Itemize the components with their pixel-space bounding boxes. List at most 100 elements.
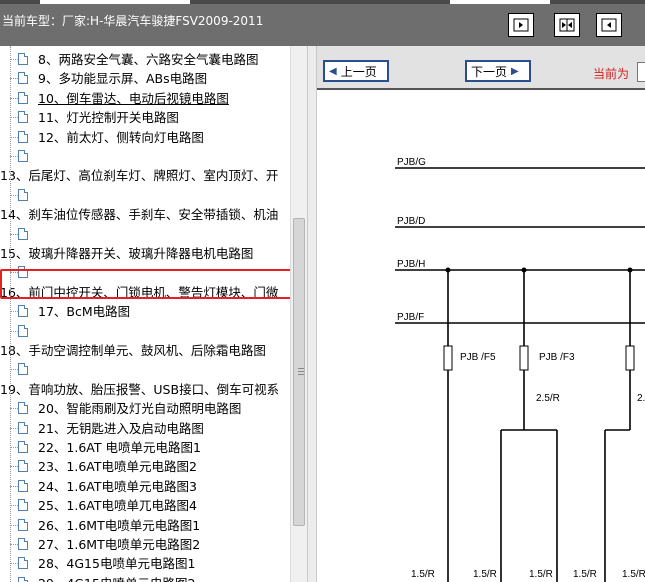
tree-item[interactable]: 24、1.6AT电喷单元电路图3 — [38, 477, 197, 496]
thumb-grip — [298, 374, 304, 375]
thumb-grip — [298, 368, 304, 369]
wire-label: 2. — [637, 393, 645, 404]
page-number-input[interactable] — [637, 62, 645, 82]
tree-item[interactable]: 14、刹车油位传感器、手刹车、安全带插锁、机油 — [0, 205, 278, 224]
tree-connector — [10, 330, 18, 332]
page-icon — [18, 363, 28, 376]
tree-connector — [10, 194, 18, 196]
page-icon — [18, 111, 28, 124]
page-icon — [18, 460, 28, 473]
page-icon — [18, 518, 28, 531]
pane-splitter[interactable] — [307, 46, 317, 582]
current-page-label: 当前为 — [593, 67, 630, 81]
bus-label: PJB/D — [397, 216, 425, 227]
tree-item[interactable]: 21、无钥匙进入及启动电路图 — [38, 419, 204, 438]
fuse-symbol — [625, 345, 635, 371]
tree-connector — [10, 544, 18, 545]
tree-item[interactable]: 15、玻璃升降器开关、玻璃升降器电机电路图 — [0, 244, 253, 263]
scrollbar-thumb[interactable] — [293, 218, 305, 526]
bus-label: PJB/H — [397, 259, 425, 270]
arrow-right-icon: ▶ — [511, 65, 519, 77]
bus-label: PJB/F — [397, 312, 424, 323]
tree-connector — [10, 136, 18, 138]
fuse-label: PJB /F5 — [460, 352, 496, 363]
show-tree-only-button[interactable] — [596, 13, 622, 37]
tree-connector — [10, 369, 18, 371]
vehicle-model-title: 当前车型：厂家:H-华晨汽车骏捷FSV2009-2011 — [2, 14, 264, 28]
thumb-grip — [298, 371, 304, 372]
tree-item[interactable]: 11、灯光控制开关电路图 — [38, 108, 179, 127]
tree-item[interactable]: 25、1.6AT电喷单兀电路图4 — [38, 496, 197, 515]
page-icon — [18, 441, 28, 453]
page-icon — [18, 479, 28, 492]
next-page-button[interactable]: 下一页 ▶ — [465, 60, 531, 82]
tree-connector — [10, 59, 18, 60]
show-document-only-button[interactable] — [508, 13, 534, 37]
diagram-tree: 8、两路安全气囊、六路安全气囊电路图 9、多功能显示屏、ABs电路图 10、倒车雷达… — [0, 46, 290, 582]
panel-left-icon — [601, 18, 617, 32]
arrow-left-icon: ◀ — [329, 65, 337, 77]
page-icon — [18, 53, 28, 65]
page-icon — [18, 557, 28, 570]
tree-item[interactable]: 10、倒车雷达、电动后视镜电路图 — [38, 89, 229, 108]
tree-item[interactable]: 26、1.6MT电喷单元电路图1 — [38, 516, 200, 535]
tree-connector — [10, 156, 18, 157]
wire-label: 1.5/R — [473, 569, 497, 580]
tree-item[interactable]: 9、多功能显示屏、ABs电路图 — [38, 69, 207, 88]
junction-dot — [627, 267, 633, 273]
junction-dot — [445, 267, 451, 273]
wire-label: 1.5/R — [573, 569, 597, 580]
tree-connector — [10, 524, 18, 526]
next-page-label: 下一页 — [471, 64, 508, 79]
document-toolbar: ◀ 上一页 下一页 ▶ 当前为 — [317, 46, 645, 90]
tree-scrollbar[interactable] — [290, 46, 307, 582]
page-icon — [18, 305, 28, 318]
tree-item[interactable]: 17、BcM电路图 — [38, 302, 130, 321]
tree-connector — [10, 427, 18, 429]
page-icon — [18, 576, 28, 582]
tree-connector — [10, 466, 18, 468]
tree-item[interactable]: 8、两路安全气囊、六路安全气囊电路图 — [38, 50, 258, 69]
panel-right-icon — [513, 18, 529, 32]
wire-label: 2.5/R — [536, 393, 560, 404]
wire-label: 1.5/R — [529, 569, 553, 580]
page-icon — [18, 188, 28, 201]
tree-item[interactable]: 29、4G15电喷单元电路图2 — [38, 574, 195, 582]
tree-connector — [10, 485, 18, 487]
highlight-box — [0, 269, 323, 299]
tree-item[interactable]: 22、1.6AT 电喷单元电路图1 — [38, 438, 201, 457]
fuse-symbol — [519, 345, 529, 371]
tree-connector — [10, 117, 18, 119]
page-icon — [18, 91, 28, 104]
tree-connector — [10, 311, 18, 313]
junction-dot — [521, 267, 527, 273]
wire-label: 1.5/R — [411, 569, 435, 580]
top-strip-segment — [450, 0, 550, 4]
title-bar: 当前车型：厂家:H-华晨汽车骏捷FSV2009-2011 — [0, 0, 645, 46]
tree-connector — [10, 78, 18, 80]
tree-connector — [10, 233, 18, 235]
tree-item[interactable]: 19、音响功放、胎压报警、USB接口、倒车可视系 — [0, 380, 279, 399]
page-icon — [18, 324, 28, 337]
page-icon — [18, 227, 28, 240]
tree-connector — [10, 97, 18, 99]
page-icon — [18, 402, 28, 415]
fuse-symbol — [443, 345, 453, 371]
tree-item[interactable]: 28、4G15电喷单元电路图1 — [38, 554, 195, 573]
tree-connector — [10, 447, 18, 448]
prev-page-button[interactable]: ◀ 上一页 — [323, 60, 389, 82]
page-icon — [18, 499, 28, 512]
wire-label: 1.5/R — [622, 569, 645, 580]
tree-item[interactable]: 12、前太灯、侧转向灯电路图 — [38, 128, 204, 147]
tree-item[interactable]: 20、智能雨刷及灯光自动照明电路图 — [38, 399, 241, 418]
tree-connector — [10, 505, 18, 507]
split-view-button[interactable] — [554, 13, 580, 37]
tree-item[interactable]: 27、1.6MT电喷单元电路图2 — [38, 535, 200, 554]
tree-item[interactable]: 23、1.6AT电喷单元电路图2 — [38, 457, 197, 476]
page-icon — [18, 72, 28, 85]
tree-connector — [10, 408, 18, 410]
tree-item[interactable]: 18、手动空调控制单元、鼓风机、后除霜电路图 — [0, 341, 266, 360]
top-strip-segment — [40, 0, 190, 4]
page-icon — [18, 421, 28, 434]
tree-item[interactable]: 13、后尾灯、高位刹车灯、牌照灯、室内顶灯、开 — [0, 166, 278, 185]
